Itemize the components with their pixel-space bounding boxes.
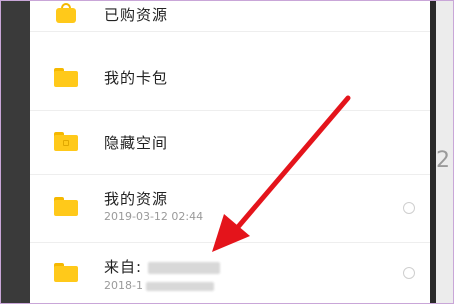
annotation-arrow bbox=[212, 95, 351, 252]
